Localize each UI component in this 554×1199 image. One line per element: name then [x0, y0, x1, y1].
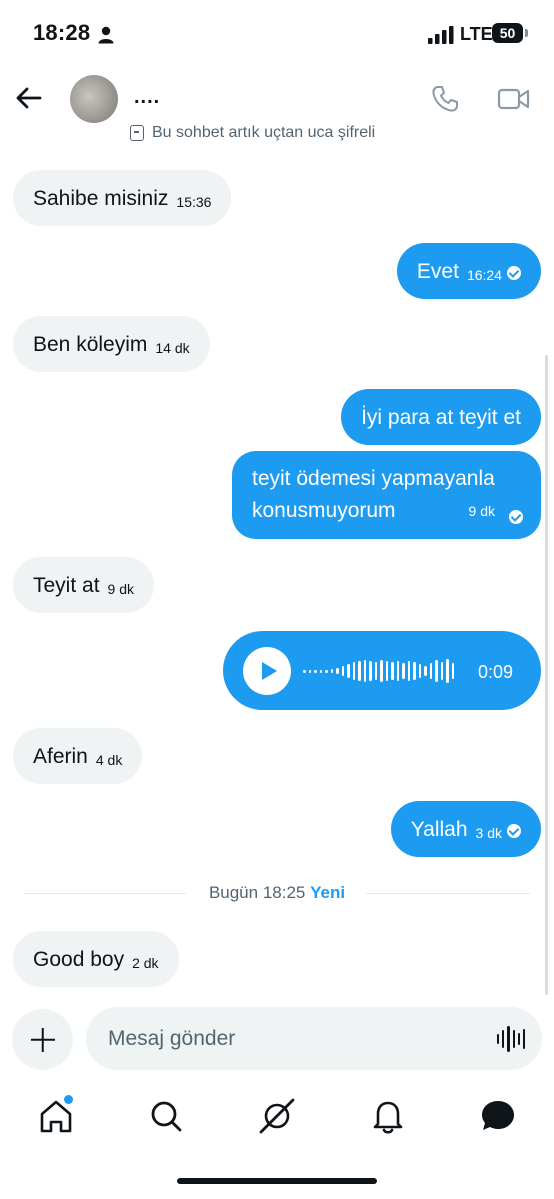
waveform-bar — [440, 662, 443, 680]
waveform-bar — [385, 661, 388, 681]
waveform-bar — [330, 669, 333, 673]
waveform-bar — [358, 661, 361, 681]
message-text: İyi para at teyit et — [361, 406, 521, 429]
lock-icon — [130, 125, 144, 141]
phone-icon[interactable] — [430, 84, 460, 114]
waveform-bar — [424, 666, 427, 676]
message-time: 3 dk — [475, 825, 502, 841]
message-bubble-incoming[interactable]: Sahibe misiniz 15:36 — [13, 170, 232, 226]
message-text: Teyit at — [33, 574, 100, 597]
waveform-bar — [407, 661, 410, 681]
waveform-bar — [341, 666, 344, 676]
message-time: 2 dk — [132, 955, 159, 971]
waveform-bar — [363, 660, 366, 682]
waveform-bar — [435, 660, 438, 682]
person-icon — [98, 26, 114, 44]
waveform-bar — [418, 664, 421, 678]
voice-record-icon[interactable] — [497, 1026, 526, 1052]
waveform-bar — [308, 669, 311, 673]
read-check-icon — [509, 510, 523, 524]
message-bubble-outgoing[interactable]: Evet 16:24 — [396, 243, 541, 299]
waveform-bar — [446, 659, 449, 683]
voice-duration: 0:09 — [477, 662, 513, 682]
message-text: Sahibe misiniz — [33, 187, 169, 210]
waveform-bar — [325, 669, 328, 673]
read-check-icon — [507, 824, 521, 838]
waveform[interactable] — [303, 657, 454, 685]
status-time: 18:28 — [33, 20, 91, 45]
waveform-bar — [391, 662, 394, 680]
grok-icon[interactable] — [255, 1094, 299, 1138]
message-text: Good boy — [33, 948, 125, 971]
add-attachment-button[interactable] — [12, 1009, 73, 1070]
waveform-bar — [374, 662, 377, 680]
message-time: 14 dk — [155, 340, 190, 356]
messages-icon[interactable] — [476, 1094, 520, 1138]
waveform-bar — [451, 663, 454, 679]
waveform-bar — [352, 662, 355, 680]
message-input[interactable] — [86, 1007, 542, 1070]
read-check-icon — [507, 266, 521, 280]
waveform-bar — [396, 661, 399, 681]
avatar[interactable] — [70, 75, 118, 123]
message-bubble-incoming[interactable]: Ben köleyim 14 dk — [13, 316, 210, 372]
message-time: 9 dk — [107, 581, 134, 597]
waveform-bar — [369, 661, 372, 681]
waveform-bar — [336, 668, 339, 674]
message-bubble-incoming[interactable]: Good boy 2 dk — [13, 931, 179, 987]
waveform-bar — [319, 669, 322, 673]
message-bubble-incoming[interactable]: Teyit at 9 dk — [13, 557, 154, 613]
divider-label: Bugün 18:25 — [208, 883, 306, 902]
message-time: 4 dk — [95, 752, 123, 768]
battery-level: 50 — [499, 25, 516, 41]
message-bubble-outgoing[interactable]: Yallah 3 dk — [390, 801, 541, 857]
message-bubble-outgoing[interactable]: teyit ödemesi yapmayanla konusmuyorum 9 d… — [232, 451, 541, 539]
message-text: teyit ödemesi yapmayanla konusmuyorum — [252, 467, 495, 522]
message-text: Yallah — [410, 818, 468, 841]
battery-icon: 50 — [492, 23, 528, 45]
new-badge: Yeni — [310, 883, 346, 902]
waveform-bar — [429, 663, 432, 679]
home-indicator[interactable] — [177, 1178, 377, 1184]
message-text: Aferin — [33, 745, 88, 768]
message-time: 15:36 — [176, 194, 212, 210]
date-divider: Bugün 18:25 Yeni — [0, 883, 554, 903]
message-text: Evet — [416, 260, 459, 283]
video-call-icon[interactable] — [497, 86, 531, 112]
contact-name[interactable]: .... — [134, 86, 160, 109]
message-bubble-incoming[interactable]: Aferin 4 dk — [13, 728, 143, 784]
waveform-bar — [347, 664, 350, 678]
waveform-bar — [314, 669, 317, 673]
message-time: 9 dk — [468, 503, 495, 519]
search-icon[interactable] — [144, 1094, 188, 1138]
encryption-note: Bu sohbet artık uçtan uca şifreli — [130, 124, 375, 142]
waveform-bar — [402, 663, 405, 679]
message-bubble-outgoing[interactable]: İyi para at teyit et — [341, 389, 541, 445]
message-text: Ben köleyim — [33, 333, 148, 356]
encryption-note-text: Bu sohbet artık uçtan uca şifreli — [152, 124, 376, 141]
network-label: LTE — [460, 24, 493, 44]
play-icon[interactable] — [243, 647, 291, 695]
waveform-bar — [380, 660, 383, 682]
waveform-bar — [413, 662, 416, 680]
waveform-bar — [303, 669, 306, 673]
message-time: 16:24 — [466, 267, 502, 283]
signal-icon — [428, 26, 454, 44]
back-arrow-icon[interactable] — [14, 84, 44, 112]
voice-message[interactable]: 0:09 — [223, 631, 541, 710]
notification-dot — [62, 1093, 75, 1106]
bell-icon[interactable] — [366, 1094, 410, 1138]
